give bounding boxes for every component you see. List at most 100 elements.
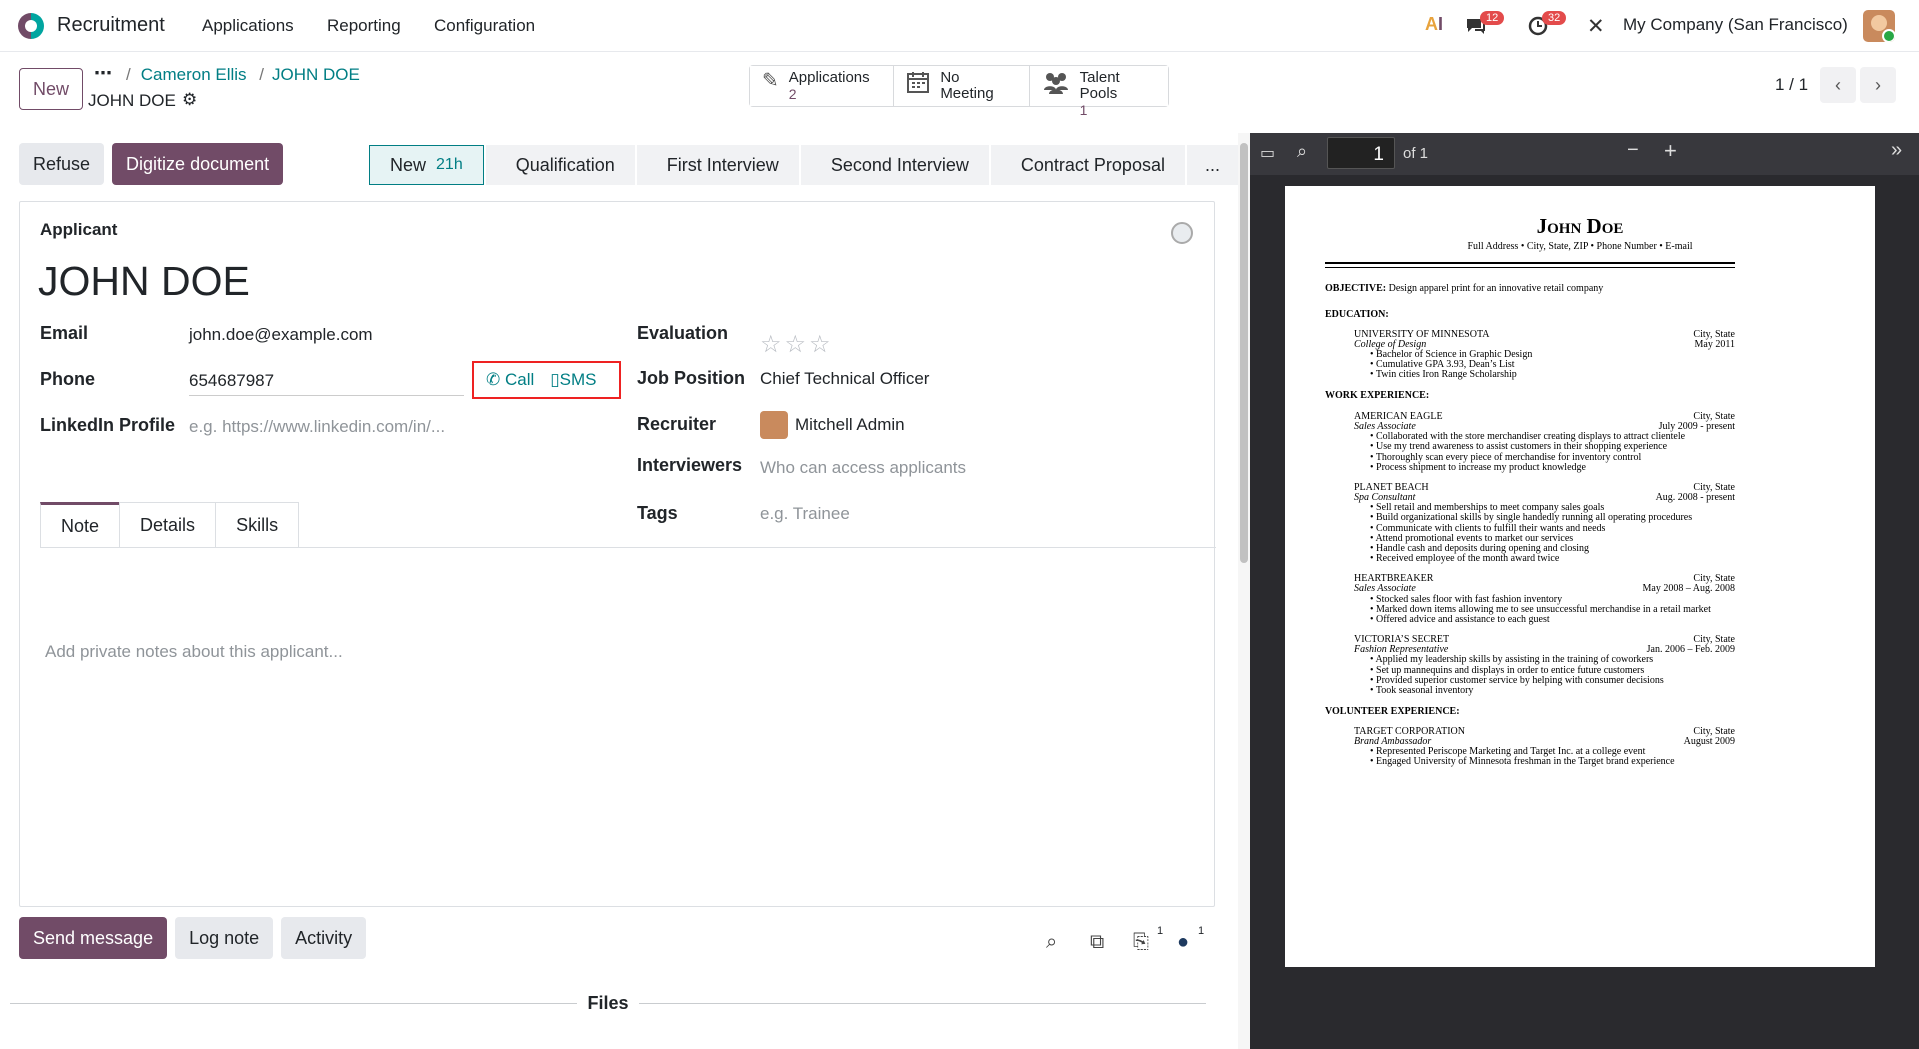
tab-details[interactable]: Details [119, 502, 217, 548]
call-button[interactable]: ✆ Call [486, 370, 534, 390]
recruiter-field[interactable]: Mitchell Admin [795, 415, 905, 435]
tab-note[interactable]: Note [40, 502, 121, 548]
refuse-button[interactable]: Refuse [19, 143, 105, 185]
stage-contract-proposal[interactable]: Contract Proposal [990, 145, 1185, 185]
recruiter-avatar [760, 411, 788, 439]
status-bar-buttons: Refuse Digitize document [19, 143, 284, 185]
resume-page: John Doe Full Address • City, State, ZIP … [1285, 186, 1875, 967]
menu-configuration[interactable]: Configuration [434, 16, 535, 36]
digitize-document-button[interactable]: Digitize document [112, 143, 284, 185]
stage-pipeline: New 21h Qualification First Interview Sec… [369, 145, 1240, 185]
pager-previous-button[interactable]: ‹ [1820, 67, 1856, 103]
pager-next-button[interactable]: › [1860, 67, 1896, 103]
notebook-tabs: Note Details Skills [40, 502, 300, 548]
control-panel: New ⋯ / Cameron Ellis / JOHN DOE JOHN DOE … [0, 53, 1919, 133]
breadcrumb: / Cameron Ellis / JOHN DOE [126, 65, 360, 85]
note-editor[interactable]: Add private notes about this applicant..… [45, 642, 343, 662]
talent-pools-smart-button[interactable]: Talent Pools 1 [1029, 66, 1168, 118]
breadcrumb-parent[interactable]: Cameron Ellis [141, 65, 247, 84]
priority-status-icon[interactable] [1171, 222, 1193, 244]
job-position-field[interactable]: Chief Technical Officer [760, 369, 929, 389]
pager-value[interactable]: 1 / 1 [1775, 75, 1808, 95]
windows-icon[interactable]: ⧉ [1090, 931, 1104, 954]
stage-more-button[interactable]: ... [1186, 145, 1238, 185]
send-message-button[interactable]: Send message [19, 917, 168, 959]
talent-pools-label: Talent Pools [1079, 69, 1120, 102]
sms-label: SMS [559, 370, 597, 389]
log-note-button[interactable]: Log note [175, 917, 274, 959]
sms-button[interactable]: ▯SMS [550, 370, 596, 390]
activities-badge: 32 [1542, 11, 1567, 25]
talent-pools-count: 1 [1079, 102, 1088, 118]
resume-bullet: • Twin cities Iron Range Scholarship [1370, 369, 1517, 381]
pdf-toolbar: ▭ ⌕ 1 of 1 − + » [1250, 133, 1919, 175]
stage-new-label: New [390, 154, 427, 175]
record-name: JOHN DOE [88, 91, 176, 110]
menu-applications[interactable]: Applications [202, 16, 294, 36]
interviewers-field[interactable]: Who can access applicants [760, 458, 966, 478]
tags-field[interactable]: e.g. Trainee [760, 504, 850, 524]
resume-bullet: • Process shipment to increase my produc… [1370, 461, 1586, 473]
menu-reporting[interactable]: Reporting [327, 16, 401, 36]
linkedin-field[interactable]: e.g. https://www.linkedin.com/in/... [189, 417, 445, 437]
company-switcher[interactable]: My Company (San Francisco) [1623, 15, 1848, 35]
page-count: of 1 [1403, 145, 1429, 162]
applications-count: 2 [788, 86, 797, 102]
resume-bullet: • Took seasonal inventory [1370, 685, 1474, 696]
recruitment-logo-icon[interactable] [18, 13, 44, 39]
ai-icon[interactable]: AI [1425, 14, 1443, 35]
search-icon[interactable]: ⌕ [1297, 141, 1307, 162]
stage-qualification[interactable]: Qualification [485, 145, 635, 185]
more-tools-icon[interactable]: » [1891, 139, 1902, 162]
user-avatar[interactable] [1863, 10, 1895, 42]
star-icon[interactable]: ☆ [809, 331, 834, 358]
resume-work-heading: WORK EXPERIENCE: [1325, 390, 1430, 401]
email-field[interactable]: john.doe@example.com [189, 325, 373, 345]
paperclip-icon[interactable]: ⎘ [1133, 931, 1149, 954]
phone-field[interactable]: 654687987 [189, 371, 464, 396]
breadcrumb-separator: / [259, 65, 265, 84]
applications-smart-button[interactable]: ✎ Applications 2 [750, 66, 895, 106]
resume-job-date: Aug. 2008 - present [1655, 492, 1735, 503]
resume-name: John Doe [1536, 214, 1624, 238]
phone-actions: ✆ Call ▯SMS [472, 361, 621, 399]
page-number-input[interactable]: 1 [1327, 137, 1395, 169]
meeting-smart-button[interactable]: No Meeting [894, 66, 1030, 106]
stage-second-interview[interactable]: Second Interview [800, 145, 989, 185]
zoom-out-icon[interactable]: − [1627, 139, 1639, 162]
smart-buttons: ✎ Applications 2 No Meeting Talent Pools 1 [749, 65, 1169, 118]
sidebar-toggle-icon[interactable]: ▭ [1260, 143, 1275, 163]
follower-icon[interactable]: ● [1177, 931, 1189, 954]
phone-label: Phone [40, 369, 96, 389]
zoom-in-icon[interactable]: + [1664, 138, 1677, 164]
scrollbar-thumb[interactable] [1240, 143, 1248, 563]
tab-skills[interactable]: Skills [215, 502, 300, 548]
breadcrumb-current[interactable]: JOHN DOE [272, 65, 360, 84]
resume-bullet: • Engaged University of Minnesota freshm… [1370, 756, 1675, 768]
app-name[interactable]: Recruitment [57, 14, 165, 37]
stage-new[interactable]: New 21h [369, 145, 484, 185]
linkedin-label: LinkedIn Profile [40, 415, 176, 435]
search-icon[interactable]: ⌕ [1046, 931, 1057, 954]
gear-icon[interactable]: ⚙ [182, 90, 197, 110]
applicant-label: Applicant [40, 220, 118, 239]
star-icon[interactable]: ☆ [785, 331, 810, 358]
debug-tools-icon[interactable]: ✕ [1587, 14, 1605, 39]
stage-first-interview[interactable]: First Interview [636, 145, 799, 185]
applicant-name[interactable]: JOHN DOE [38, 258, 250, 305]
phone-icon: ✆ [486, 370, 501, 389]
breadcrumb-more-icon[interactable]: ⋯ [94, 63, 112, 84]
applications-label: Applications [788, 69, 870, 86]
new-button[interactable]: New [19, 68, 83, 110]
files-divider: Files [0, 993, 1216, 1014]
form-scrollbar[interactable] [1238, 133, 1250, 1049]
activity-button[interactable]: Activity [281, 917, 367, 959]
pencil-icon: ✎ [762, 70, 779, 92]
evaluation-stars[interactable]: ☆☆☆ [760, 330, 834, 359]
star-icon[interactable]: ☆ [760, 331, 785, 358]
interviewers-label: Interviewers [637, 455, 743, 475]
breadcrumb-separator: / [126, 65, 131, 84]
followers-count: 1 [1198, 925, 1205, 937]
calendar-icon [906, 70, 930, 98]
resume-edu-date: May 2011 [1694, 339, 1735, 350]
